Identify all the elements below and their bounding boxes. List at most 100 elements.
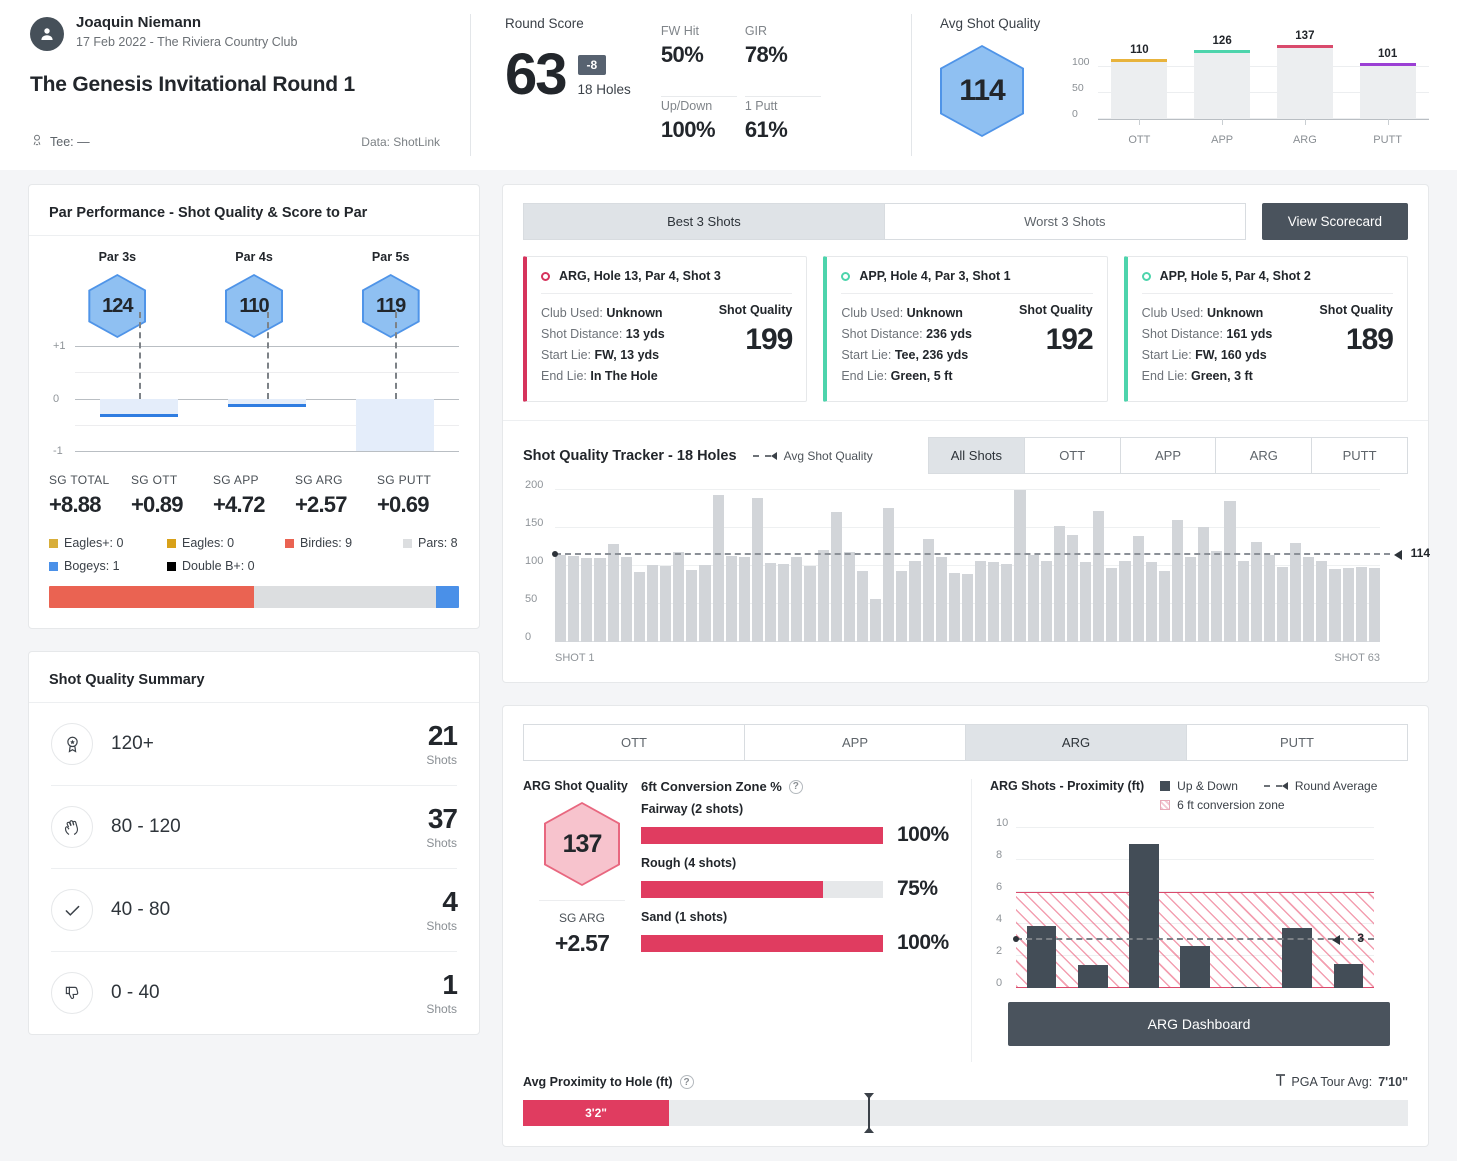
- tab-best-3-shots[interactable]: Best 3 Shots: [523, 203, 885, 240]
- tracker-x-start: SHOT 1: [555, 652, 595, 664]
- par-3s-hex: 124: [88, 274, 147, 338]
- arg-dashboard-button[interactable]: ARG Dashboard: [1008, 1002, 1390, 1046]
- tab-panel-arg[interactable]: ARG: [966, 724, 1187, 761]
- divider: [841, 293, 1093, 294]
- category-value-arg: 137: [1295, 29, 1315, 42]
- avg-proximity-fill: 3'2": [523, 1100, 670, 1126]
- summary-row-120plus: 120+ 21 Shots: [29, 703, 479, 785]
- summary-row-80-120: 80 - 120 37 Shots: [29, 786, 479, 868]
- help-icon[interactable]: ?: [788, 779, 803, 794]
- conversion-track: [641, 826, 883, 844]
- proximity-slot: [1169, 945, 1220, 988]
- tab-all-shots[interactable]: All Shots: [928, 437, 1025, 474]
- tee-label: Tee: —: [50, 134, 90, 149]
- tracker-bar: [1001, 563, 1013, 642]
- shot-distance: Shot Distance: 161 yds: [1141, 327, 1273, 341]
- shot-start-lie: Start Lie: Tee, 236 yds: [841, 348, 969, 362]
- legend-swatch: [49, 538, 58, 548]
- arg-shot-quality-label: ARG Shot Quality: [523, 779, 628, 793]
- arg-left-section: ARG Shot Quality 6ft Conversion Zone % ?…: [523, 779, 963, 1062]
- sg-app-label: SG APP: [213, 473, 259, 487]
- data-source-label: Data: ShotLink: [361, 134, 440, 149]
- tracker-bar: [1053, 526, 1065, 642]
- tee-marker-icon: [1276, 1074, 1286, 1090]
- shot-quality-summary-card: Shot Quality Summary 120+ 21 Shots 80 - …: [28, 651, 480, 1035]
- y-axis-tick: 50: [525, 593, 538, 605]
- best-shots-card: Best 3 Shots Worst 3 Shots View Scorecar…: [502, 184, 1430, 683]
- proximity-bars: [1016, 828, 1374, 988]
- avg-proximity-title-wrap: Avg Proximity to Hole (ft) ?: [523, 1075, 694, 1089]
- tab-ott[interactable]: OTT: [1024, 437, 1121, 474]
- conversion-name: Sand (1 shots): [641, 910, 728, 924]
- shot-quality-tracker-chart: 200 150 100 50 0 114: [525, 479, 1430, 643]
- right-column: Best 3 Shots Worst 3 Shots View Scorecar…: [502, 184, 1430, 1147]
- player-info-section: Joaquin Niemann 17 Feb 2022 - The Rivier…: [0, 0, 470, 170]
- shot-card-2[interactable]: APP, Hole 4, Par 3, Shot 1 Club Used: Unk…: [823, 256, 1108, 402]
- tab-panel-ott[interactable]: OTT: [523, 724, 745, 761]
- tee-row: Tee: — Data: ShotLink: [30, 133, 440, 150]
- summary-count-40-80: 4: [442, 886, 458, 917]
- tracker-bar: [1329, 569, 1341, 642]
- y-axis-tick: 2: [996, 945, 1003, 957]
- tracker-bar: [568, 556, 580, 642]
- dashboard-header: Joaquin Niemann 17 Feb 2022 - The Rivier…: [0, 0, 1457, 170]
- tracker-bar: [555, 555, 567, 642]
- shot-start-lie: Start Lie: FW, 160 yds: [1141, 348, 1267, 362]
- conversion-pct: 100%: [897, 823, 949, 846]
- category-value-putt: 101: [1378, 48, 1398, 61]
- proximity-slot: [1118, 844, 1169, 988]
- shot-quality-value: 199: [745, 323, 793, 356]
- proximity-slot: [1067, 964, 1118, 988]
- tracker-bar: [581, 557, 593, 642]
- tab-app[interactable]: APP: [1120, 437, 1217, 474]
- legend-up-and-down: Up & Down: [1160, 779, 1238, 793]
- tracker-bar: [1132, 536, 1144, 642]
- tracker-bar: [1316, 561, 1328, 642]
- arg-shot-quality-hex: 137: [544, 802, 620, 886]
- tracker-bars: [555, 490, 1380, 642]
- shot-card-3[interactable]: APP, Hole 5, Par 4, Shot 2 Club Used: Unk…: [1123, 256, 1408, 402]
- dashboard-content: Par Performance - Shot Quality & Score t…: [0, 170, 1457, 1161]
- arg-proximity-chart: 10 8 6 4 2 0 3: [996, 817, 1374, 989]
- par-4s-quality: 110: [239, 294, 269, 317]
- tracker-bar: [1342, 568, 1354, 642]
- y-axis-tick: 10: [996, 817, 1009, 829]
- arg-right-section: ARG Shots - Proximity (ft) Up & Down Rou…: [971, 779, 1408, 1062]
- summary-row-40-80: 40 - 80 4 Shots: [29, 869, 479, 951]
- tracker-bar: [1040, 561, 1052, 642]
- help-icon[interactable]: ?: [679, 1075, 694, 1089]
- divider: [541, 293, 793, 294]
- tracker-bar: [778, 563, 790, 642]
- par-4s-column: Par 4s 110: [186, 250, 323, 338]
- tab-putt[interactable]: PUTT: [1312, 437, 1408, 474]
- tab-panel-putt[interactable]: PUTT: [1187, 724, 1408, 761]
- stat-up-down-label: Up/Down: [660, 98, 713, 113]
- tracker-bar: [1119, 560, 1131, 642]
- category-ring-icon: [1141, 271, 1151, 281]
- view-scorecard-button[interactable]: View Scorecard: [1261, 203, 1408, 240]
- tab-worst-3-shots[interactable]: Worst 3 Shots: [884, 203, 1246, 240]
- tab-arg[interactable]: ARG: [1216, 437, 1313, 474]
- proximity-slot: [1016, 925, 1067, 988]
- sg-arg: SG ARG +2.57: [295, 473, 377, 518]
- clap-icon: [51, 806, 93, 848]
- tracker-bar: [988, 562, 1000, 642]
- sg-ott-label: SG OTT: [131, 473, 178, 487]
- tee-info: Tee: —: [30, 133, 90, 150]
- gridline: [75, 451, 459, 452]
- shot-quality-block: Shot Quality 199: [711, 303, 794, 387]
- shot-quality-value: 189: [1345, 323, 1394, 356]
- shot-quality-value: 192: [1045, 323, 1094, 356]
- tab-panel-app[interactable]: APP: [745, 724, 966, 761]
- legend-conversion-zone: 6 ft conversion zone: [1160, 798, 1377, 812]
- tracker-bar: [1145, 562, 1157, 642]
- proximity-bar: [1129, 844, 1159, 988]
- tracker-bar: [961, 573, 973, 642]
- sg-total-value: +8.88: [49, 492, 101, 517]
- shot-quality-label: Shot Quality: [1319, 303, 1393, 317]
- shot-card-1[interactable]: ARG, Hole 13, Par 4, Shot 3 Club Used: Un…: [523, 256, 808, 402]
- avg-proximity-header: Avg Proximity to Hole (ft) ? PGA Tour Av…: [523, 1074, 1408, 1090]
- tracker-bar: [1093, 511, 1105, 642]
- proximity-slot: [1323, 964, 1374, 988]
- stat-one-putt-value: 61%: [744, 116, 788, 142]
